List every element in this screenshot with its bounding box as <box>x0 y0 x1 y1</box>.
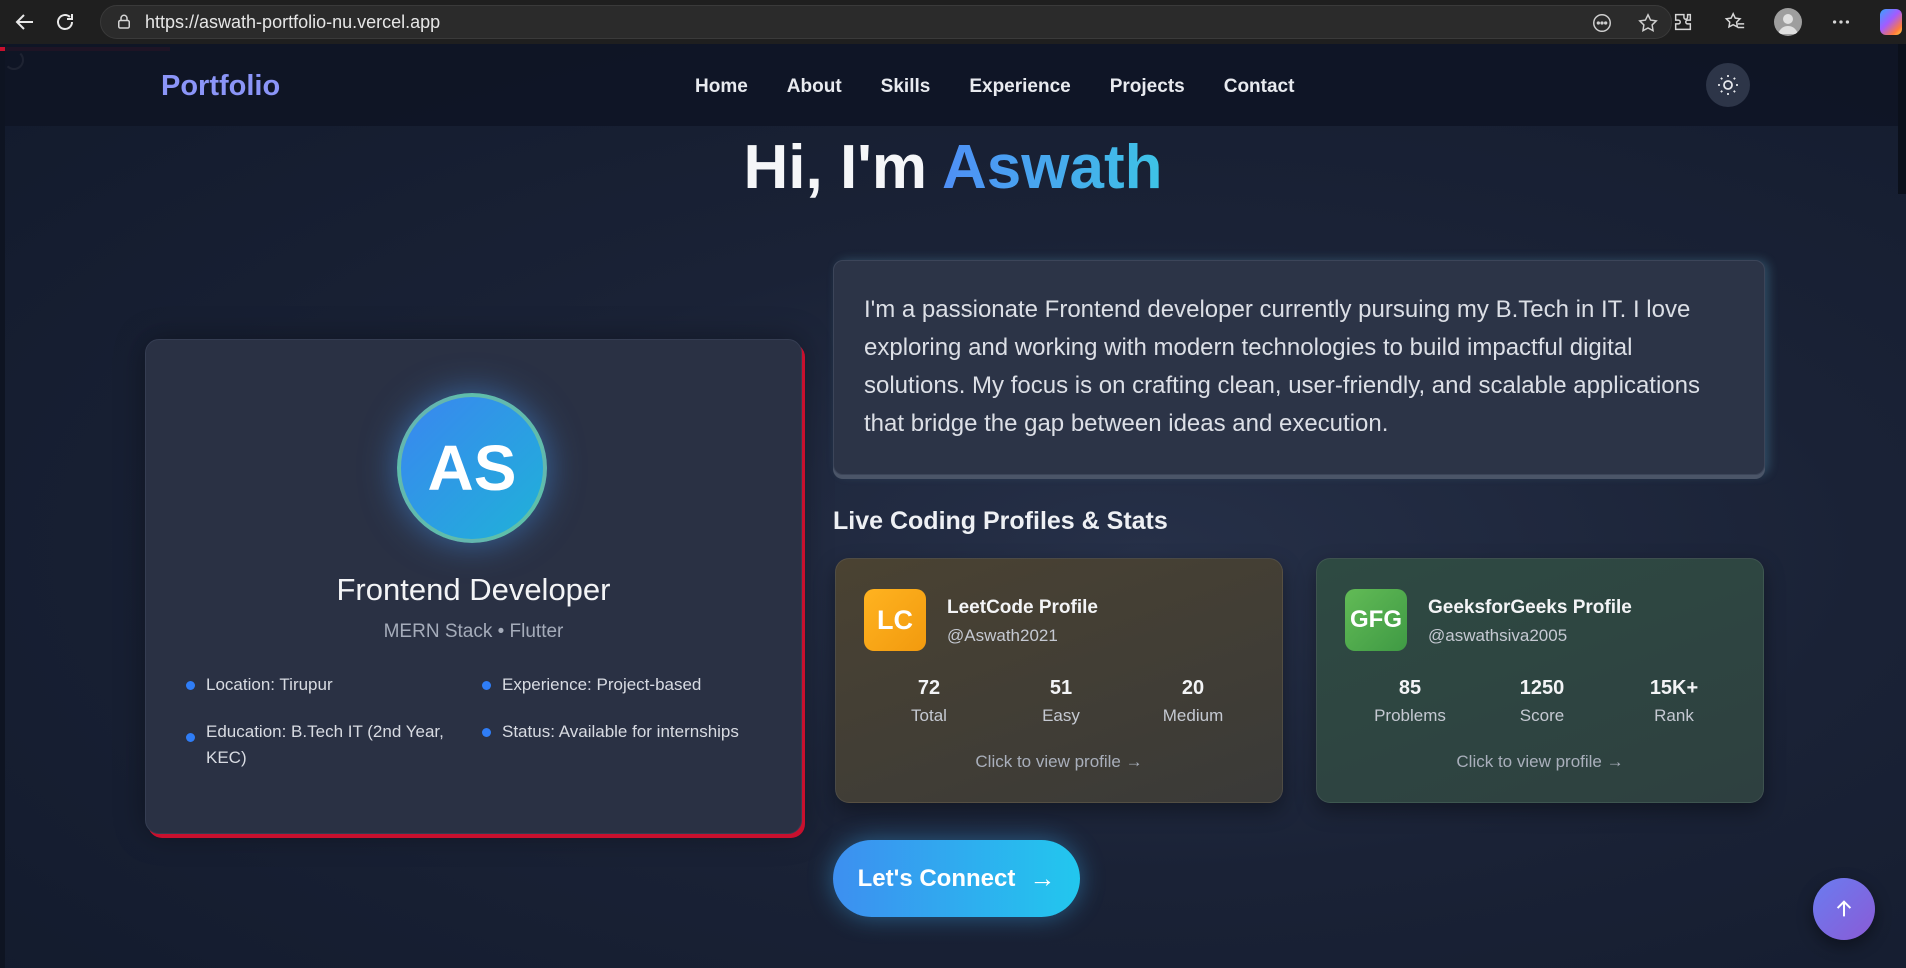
nav-projects[interactable]: Projects <box>1110 76 1185 98</box>
site-logo[interactable]: Portfolio <box>161 70 280 103</box>
leetcode-handle: @Aswath2021 <box>947 626 1058 645</box>
fact-text: Location: Tirupur <box>206 675 333 694</box>
arrow-right-icon: → <box>1029 863 1056 893</box>
nav-skills[interactable]: Skills <box>881 76 931 98</box>
role-title: Frontend Developer <box>336 572 611 607</box>
url-text[interactable]: https://aswath-portfolio-nu.vercel.app <box>145 12 440 33</box>
fact-status: Status: Available for internships <box>482 719 772 745</box>
about-box: I'm a passionate Frontend developer curr… <box>833 260 1765 475</box>
page-viewport: Portfolio Home About Skills Experience P… <box>0 44 1906 968</box>
fact-location: Location: Tirupur <box>186 672 456 698</box>
avatar: AS <box>397 393 547 543</box>
leetcode-stat-easy: 51 Easy <box>996 677 1126 726</box>
nav-home[interactable]: Home <box>695 76 748 98</box>
stat-label: Total <box>911 706 947 725</box>
stat-label: Medium <box>1162 706 1224 725</box>
leetcode-stat-medium: 20 Medium <box>1128 677 1258 726</box>
bullet-dot-icon <box>186 733 195 742</box>
bullet-dot-icon <box>186 681 195 690</box>
fact-text: Experience: Project-based <box>502 675 702 694</box>
stat-value: 1250 <box>1519 677 1565 699</box>
hero-name: Aswath <box>942 133 1163 202</box>
gfg-stat-rank: 15K+ Rank <box>1609 677 1739 726</box>
back-icon[interactable] <box>5 2 45 42</box>
profile-icon[interactable] <box>1774 8 1802 36</box>
lock-icon[interactable] <box>115 13 133 31</box>
leetcode-view-link[interactable]: Click to view profile → <box>836 752 1282 772</box>
gfg-handle: @aswathsiva2005 <box>1428 626 1568 645</box>
stat-label: Easy <box>1042 706 1080 725</box>
more-icon[interactable] <box>1828 9 1854 35</box>
favorites-icon[interactable] <box>1722 9 1748 35</box>
stat-value: 20 <box>1181 677 1205 699</box>
stat-value: 15K+ <box>1649 677 1699 699</box>
hero-title: Hi, I'm Aswath <box>0 132 1906 203</box>
stat-value: 85 <box>1398 677 1422 699</box>
theme-toggle-button[interactable] <box>1706 63 1750 107</box>
reload-icon[interactable] <box>45 2 85 42</box>
bullet-dot-icon <box>482 681 491 690</box>
about-text: I'm a passionate Frontend developer curr… <box>864 296 1700 437</box>
sun-icon <box>1718 75 1738 95</box>
gfg-stat-problems: 85 Problems <box>1345 677 1475 726</box>
star-icon[interactable] <box>1635 10 1661 36</box>
stat-label: Rank <box>1654 706 1694 725</box>
site-header: Portfolio Home About Skills Experience P… <box>5 44 1901 126</box>
browser-toolbar: https://aswath-portfolio-nu.vercel.app <box>0 0 1906 44</box>
nav-experience[interactable]: Experience <box>969 76 1070 98</box>
main-nav: Home About Skills Experience Projects Co… <box>695 76 1294 98</box>
arrow-up-icon <box>1836 900 1852 917</box>
role-subtitle: MERN Stack • Flutter <box>383 621 564 642</box>
leetcode-badge-icon: LC <box>864 589 926 651</box>
profile-card: AS Frontend Developer MERN Stack • Flutt… <box>145 339 802 834</box>
stat-label: Problems <box>1374 706 1446 725</box>
gfg-title: GeeksforGeeks Profile <box>1428 597 1632 618</box>
gfg-card[interactable]: GFG GeeksforGeeks Profile @aswathsiva200… <box>1316 558 1764 803</box>
extensions-icon[interactable] <box>1670 9 1696 35</box>
stat-value: 51 <box>1049 677 1073 699</box>
leetcode-stat-total: 72 Total <box>864 677 994 726</box>
stats-heading: Live Coding Profiles & Stats <box>833 507 1168 535</box>
stat-value: 72 <box>917 677 941 699</box>
lets-connect-label: Let's Connect <box>857 864 1016 892</box>
leetcode-title: LeetCode Profile <box>947 597 1098 618</box>
copilot-icon[interactable] <box>1880 9 1902 35</box>
fact-experience: Experience: Project-based <box>482 672 762 698</box>
scroll-to-top-button[interactable] <box>1813 878 1875 940</box>
fact-text: Education: B.Tech IT (2nd Year, KEC) <box>206 722 444 767</box>
address-bar[interactable]: https://aswath-portfolio-nu.vercel.app <box>100 5 1672 39</box>
hero-greeting: Hi, I'm <box>743 133 928 202</box>
leetcode-card[interactable]: LC LeetCode Profile @Aswath2021 72 Total… <box>835 558 1283 803</box>
nav-contact[interactable]: Contact <box>1224 76 1295 98</box>
reader-icon[interactable] <box>1589 10 1615 36</box>
lets-connect-button[interactable]: Let's Connect → <box>833 840 1080 917</box>
fact-text: Status: Available for internships <box>502 722 739 741</box>
nav-about[interactable]: About <box>787 76 842 98</box>
gfg-view-link[interactable]: Click to view profile → <box>1317 752 1763 772</box>
gfg-badge-icon: GFG <box>1345 589 1407 651</box>
fact-education: Education: B.Tech IT (2nd Year, KEC) <box>186 719 456 771</box>
bullet-dot-icon <box>482 728 491 737</box>
gfg-stat-score: 1250 Score <box>1477 677 1607 726</box>
stat-label: Score <box>1519 706 1565 725</box>
